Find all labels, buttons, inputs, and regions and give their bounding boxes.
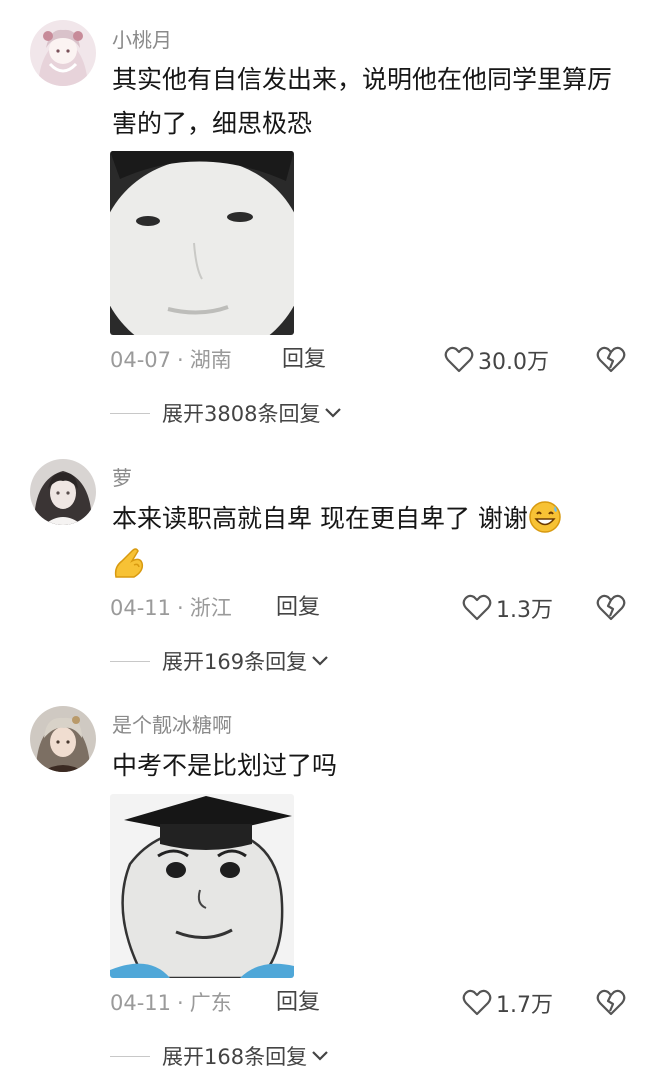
expand-divider [110, 660, 150, 662]
meta-separator: · [177, 348, 184, 372]
like-count: 30.0万 [478, 350, 549, 375]
comment-text-content: 本来读职高就自卑 现在更自卑了 谢谢 [112, 504, 528, 533]
meta-separator: · [177, 596, 184, 620]
broken-heart-icon [596, 989, 626, 1016]
dark-hair-girl-avatar-icon [30, 459, 96, 525]
comment-meta: 04-07 · 湖南 [110, 346, 232, 374]
comment-text: 本来读职高就自卑 现在更自卑了 谢谢 [112, 497, 622, 541]
comment-meta: 04-11 · 浙江 [110, 594, 232, 622]
like-button[interactable]: 1.3万 [462, 593, 553, 623]
username[interactable]: 是个靓冰糖啊 [112, 713, 232, 737]
expand-replies[interactable]: 展开3808条回复 [110, 398, 342, 428]
comment-meta: 04-11 · 广东 [110, 989, 232, 1017]
expand-divider [110, 412, 150, 414]
anime-boy-avatar-icon [30, 706, 96, 772]
expand-replies[interactable]: 展开169条回复 [110, 646, 329, 676]
heart-icon [462, 594, 492, 621]
like-button[interactable]: 30.0万 [444, 345, 549, 375]
avatar[interactable] [30, 459, 96, 525]
expand-replies-label: 展开168条回复 [162, 1045, 308, 1069]
dislike-button[interactable] [596, 594, 626, 622]
reply-button[interactable]: 回复 [282, 346, 326, 374]
comment-sticker[interactable] [110, 151, 294, 335]
avatar[interactable] [30, 20, 96, 86]
username[interactable]: 小桃月 [112, 28, 172, 52]
graduation-cap-face-meme-sticker-icon [110, 794, 294, 978]
comment-date: 04-11 [110, 596, 172, 620]
chevron-down-icon [325, 408, 342, 418]
ok-hand-emoji-icon [110, 543, 150, 583]
expand-replies-label: 展开169条回复 [162, 650, 308, 674]
blank-face-meme-sticker-icon [110, 151, 294, 335]
broken-heart-icon [596, 346, 626, 373]
dislike-button[interactable] [596, 346, 626, 374]
expand-replies[interactable]: 展开168条回复 [110, 1041, 329, 1071]
grinning-sweat-emoji-icon [529, 501, 561, 533]
avatar[interactable] [30, 706, 96, 772]
dislike-button[interactable] [596, 989, 626, 1017]
reply-button[interactable]: 回复 [276, 594, 320, 622]
heart-icon [462, 989, 492, 1016]
expand-divider [110, 1055, 150, 1057]
chevron-down-icon [312, 1051, 328, 1061]
comment-text: 其实他有自信发出来，说明他在他同学里算厉害的了，细思极恐 [112, 65, 613, 138]
chevron-down-icon [312, 656, 328, 666]
comment-location: 湖南 [189, 348, 232, 372]
like-count: 1.3万 [496, 598, 553, 623]
comment-text: 中考不是比划过了吗 [112, 751, 338, 780]
comment-date: 04-07 [110, 348, 172, 372]
comment-date: 04-11 [110, 991, 172, 1015]
expand-replies-label: 展开3808条回复 [162, 402, 321, 426]
comment-location: 浙江 [189, 596, 232, 620]
anime-girl-avatar-icon [30, 20, 96, 86]
like-count: 1.7万 [496, 993, 553, 1018]
like-button[interactable]: 1.7万 [462, 988, 553, 1018]
username[interactable]: 萝 [112, 466, 132, 490]
reply-button[interactable]: 回复 [276, 989, 320, 1017]
meta-separator: · [177, 991, 184, 1015]
comment-sticker[interactable] [110, 794, 294, 978]
heart-icon [444, 346, 474, 373]
comment-location: 广东 [189, 991, 232, 1015]
broken-heart-icon [596, 594, 626, 621]
